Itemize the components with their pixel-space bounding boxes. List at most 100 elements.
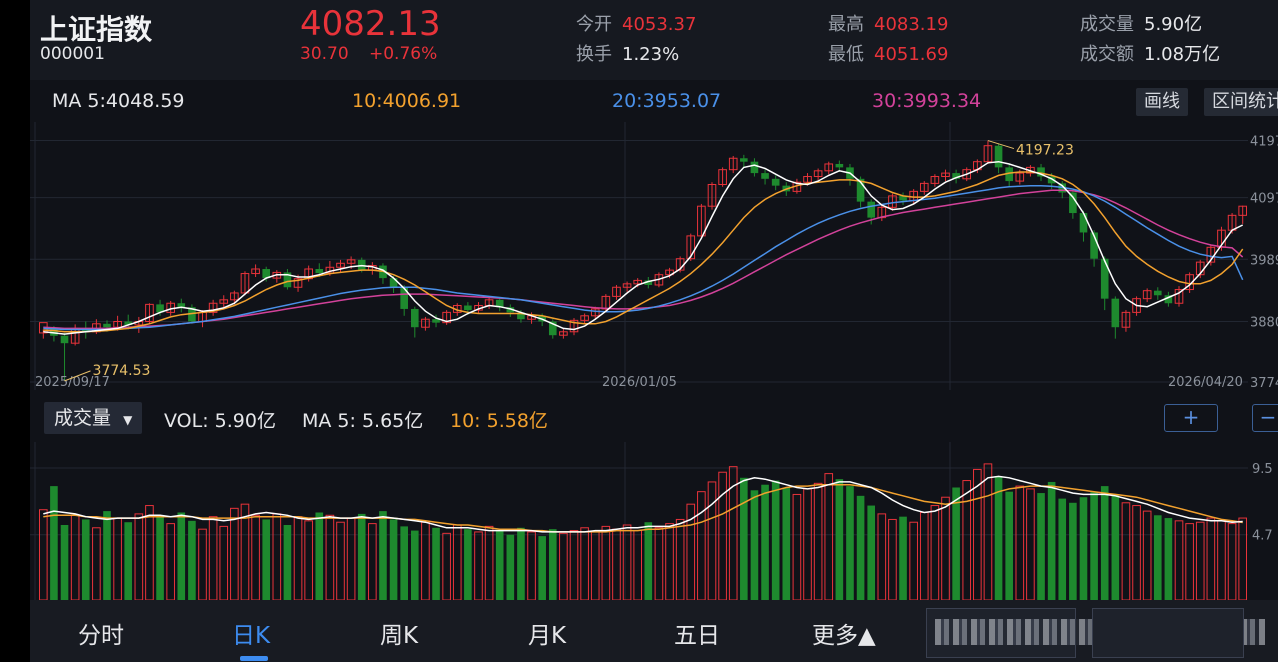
candle-body [1111,298,1120,328]
volume-bar [675,518,685,600]
date-axis-label: 2026/04/20 [1168,375,1243,390]
volume-bar [983,463,993,600]
indicator-dropdown-label: 成交量 [54,407,112,429]
stat-high: 最高 4083.19 [828,10,948,36]
index-name: 上证指数 [40,13,153,46]
volume-bar [994,476,1003,600]
volume-bar [421,521,430,600]
high-annotation: 4197.23 [1016,143,1074,159]
candle-body [994,145,1003,168]
volume-bar [464,529,472,600]
volume-bar [1026,488,1035,600]
stat-amount: 成交额 1.08万亿 [1080,40,1220,66]
last-price: 4082.13 [300,4,441,44]
tab-five-day[interactable]: 五日 [674,616,720,650]
price-axis-label: 4197 [1250,135,1278,150]
volume-bar [867,505,876,600]
volume-bar [803,488,812,600]
volume-bar [1153,515,1162,600]
volume-bar [145,505,154,600]
stat-open-label: 今开 [576,14,612,35]
volume-bar [771,480,780,600]
volume-bar [1047,481,1056,600]
add-indicator-button[interactable]: + [1164,404,1218,432]
active-tab-indicator [240,656,268,661]
ma10-legend: 10:4006.91 [352,90,462,112]
volume-axis-label: 9.5 [1252,462,1273,477]
volume-bar [548,529,557,600]
ma-legend-row: MA 5:4048.59 10:4006.91 20:3953.07 30:39… [30,84,1278,122]
volume-bar [230,507,239,600]
volume-bar [188,520,196,600]
volume-bar [124,522,133,600]
volume-bar [304,520,313,600]
volume-bar [856,495,865,600]
tab-more[interactable]: 更多▲ [812,616,876,650]
volume-bar [70,514,80,600]
candle-body [761,173,769,179]
price-axis-label: 3989 [1250,253,1278,268]
tab-monthly-k[interactable]: 月K [528,616,566,650]
stat-low: 最低 4051.69 [828,40,948,66]
range-stats-button[interactable]: 区间统计 [1204,88,1278,116]
stat-turnover-rate-label: 换手 [576,44,612,65]
volume-bar [81,519,90,600]
volume-bar [633,530,643,600]
volume-bar [134,513,144,600]
stat-amount-value: 1.08万亿 [1144,44,1221,65]
volume-bar [1238,517,1248,600]
volume-chart[interactable]: 9.5 4.7 [30,442,1278,600]
low-annotation: 3774.53 [93,363,151,379]
candle-body [740,158,748,162]
volume-bar [590,531,600,600]
volume-bar [251,514,260,600]
vol-ma5: MA 5: 5.65亿 [302,410,424,432]
volume-bar [1195,521,1205,600]
candle-body [410,308,419,328]
add-indicator-button-2[interactable]: − [1252,404,1278,432]
volume-bar [357,513,366,600]
volume-bar [1164,518,1173,600]
indicator-dropdown[interactable]: 成交量 ▼ [44,402,143,434]
volume-bar [941,496,950,600]
stat-low-value: 4051.69 [874,44,949,65]
stat-turnover-rate-value: 1.23% [622,44,680,65]
volume-bar [697,491,706,600]
draw-line-button[interactable]: 画线 [1136,88,1188,116]
left-edge [0,0,30,662]
volume-bar [962,480,972,600]
volume-bar [1037,493,1045,600]
tab-daily-k[interactable]: 日K [232,616,270,650]
tab-intraday[interactable]: 分时 [78,616,124,650]
volume-bar [113,517,122,600]
volume-bar [654,527,664,600]
candlestick-chart[interactable]: 419740973989388037742025/09/172026/01/05… [30,122,1278,392]
volume-bar [474,531,483,600]
stat-amount-label: 成交额 [1080,44,1134,65]
volume-bar [622,524,632,600]
volume-bar [484,525,494,600]
volume-bar [283,525,292,600]
volume-bar [899,516,907,600]
volume-bar [569,530,579,600]
volume-bar [1100,486,1109,600]
volume-bar [1069,502,1077,600]
volume-bar [198,528,207,600]
volume-bar [1090,491,1098,600]
tab-weekly-k[interactable]: 周K [380,616,418,650]
candle-body [389,278,398,288]
quote-header: 上证指数 000001 4082.13 30.70 +0.76% 今开 4053.… [30,0,1278,80]
blurred-button-2[interactable] [1092,608,1244,658]
blurred-button-1[interactable] [926,608,1265,658]
volume-bar [952,487,960,600]
volume-bar [346,517,356,600]
stat-open-value: 4053.37 [622,14,697,35]
candle-body [750,161,759,174]
volume-bar [219,525,229,600]
period-tab-bar: 分时 日K 周K 月K 五日 更多▲ [30,600,1278,662]
volume-bar [1142,510,1152,600]
candle-body [60,335,69,344]
candle-body [1153,290,1162,296]
volume-bar [156,516,164,600]
volume-legend-row: 成交量 ▼ VOL: 5.90亿 MA 5: 5.65亿 10: 5.58亿 +… [30,398,1278,442]
